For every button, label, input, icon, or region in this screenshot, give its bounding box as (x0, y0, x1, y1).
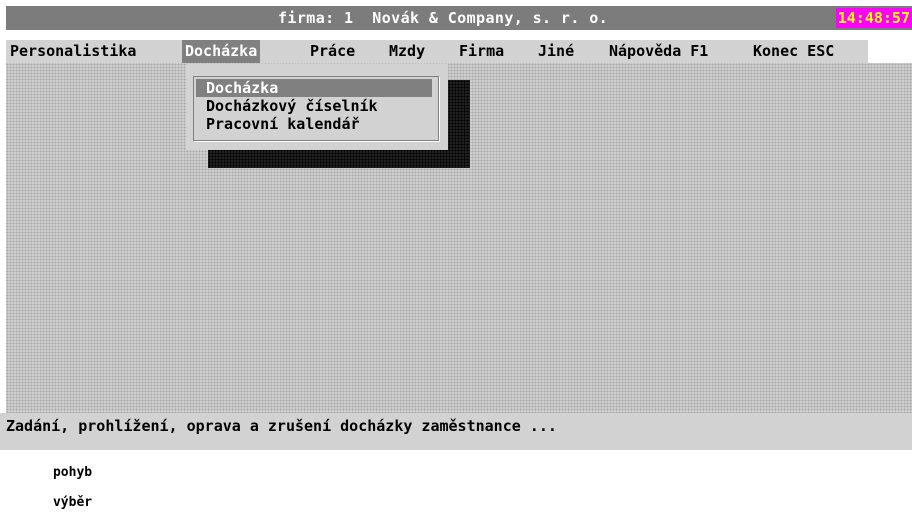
menu-mzdy[interactable]: Mzdy (389, 40, 425, 63)
dropdown-item-dochazka[interactable]: Docházka (196, 79, 432, 97)
dos-screen: firma: 1 Novák & Company, s. r. o. 14:48… (0, 0, 912, 510)
menu-prace[interactable]: Práce (310, 40, 355, 63)
hint-arrows-key: ←.→.↓.↑ (52, 450, 108, 465)
company-title: firma: 1 Novák & Company, s. r. o. (278, 9, 609, 27)
menu-dochazka[interactable]: Docházka (182, 40, 261, 63)
status-description: Zadání, prohlížení, oprava a zrušení doc… (6, 417, 557, 435)
hint-enter-key: ENTER (52, 480, 93, 495)
dropdown-item-ciselnik[interactable]: Docházkový číselník (206, 97, 378, 115)
menu-personalistika[interactable]: Personalistika (10, 40, 136, 63)
dropdown-item-kalendar[interactable]: Pracovní kalendář (206, 115, 360, 133)
hint-enter-label: výběr (52, 495, 93, 510)
key-hints: ←.→.↓.↑ pohyb ENTER výběr (6, 435, 116, 510)
title-bar: firma: 1 Novák & Company, s. r. o. 14:48… (6, 6, 912, 30)
menu-napoveda[interactable]: Nápověda F1 (609, 40, 708, 63)
dochazka-dropdown: Docházka Docházkový číselník Pracovní ka… (186, 64, 448, 150)
menu-firma[interactable]: Firma (459, 40, 504, 63)
status-bar: Zadání, prohlížení, oprava a zrušení doc… (0, 413, 912, 510)
menu-bar: Personalistika Docházka Práce Mzdy Firma… (6, 40, 868, 63)
clock: 14:48:57 (835, 8, 912, 28)
hint-arrows-label: pohyb (52, 465, 93, 480)
menu-jine[interactable]: Jiné (538, 40, 574, 63)
menu-konec[interactable]: Konec ESC (753, 40, 834, 63)
